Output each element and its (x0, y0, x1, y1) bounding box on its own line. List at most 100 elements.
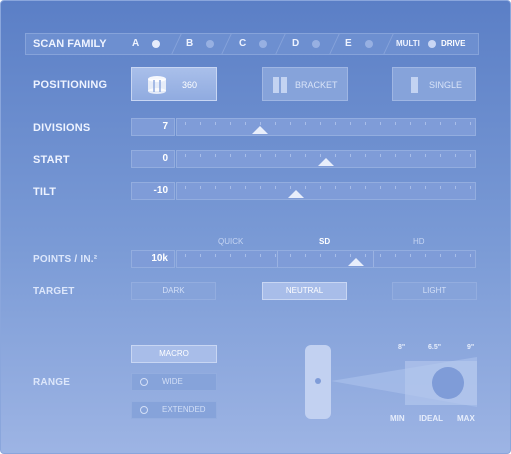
slider-tick (410, 254, 411, 257)
range-macro-button[interactable]: MACRO (131, 345, 217, 363)
points-slider[interactable] (176, 250, 476, 268)
slider-tick (410, 186, 411, 189)
slider-tick (230, 186, 231, 189)
slider-tick (305, 254, 306, 257)
divisions-slider-thumb[interactable] (252, 126, 269, 134)
tilt-label: TILT (33, 186, 57, 198)
tilt-slider[interactable] (176, 182, 476, 200)
slider-tick (320, 186, 321, 189)
slider-tick (425, 154, 426, 157)
multi-drive-toggle[interactable]: MULTI DRIVE (394, 34, 478, 54)
slider-tick (290, 254, 291, 257)
cylinder-360-icon (148, 76, 166, 94)
slider-tick (335, 254, 336, 257)
start-slider[interactable] (176, 150, 476, 168)
slider-tick (455, 186, 456, 189)
range-extended-label: EXTENDED (162, 405, 206, 414)
tab-b-label: B (186, 38, 194, 49)
slider-tick (455, 122, 456, 125)
target-light-button[interactable]: LIGHT (392, 282, 477, 300)
start-value[interactable]: 0 (131, 150, 175, 168)
slider-tick (245, 186, 246, 189)
divisions-value[interactable]: 7 (131, 118, 175, 136)
slider-tick (335, 154, 336, 157)
range-diagram (305, 345, 477, 419)
drive-label: DRIVE (441, 39, 466, 48)
slider-tick (245, 154, 246, 157)
range-max-distance: 9" (467, 344, 475, 351)
slider-tick (455, 154, 456, 157)
range-extended-button[interactable]: EXTENDED (131, 401, 217, 419)
slider-tick (470, 154, 471, 157)
slider-tick (365, 186, 366, 189)
slider-tick (200, 186, 201, 189)
slider-tick (335, 186, 336, 189)
slider-tick (365, 122, 366, 125)
target-dark-button[interactable]: DARK (131, 282, 216, 300)
slider-tick (425, 254, 426, 257)
range-wide-button[interactable]: WIDE (131, 373, 217, 391)
slider-tick (215, 254, 216, 257)
range-label: RANGE (33, 377, 71, 388)
positioning-bracket-button[interactable]: BRACKET (262, 67, 348, 101)
slider-tick (275, 186, 276, 189)
tab-a-indicator-icon (152, 40, 160, 48)
positioning-single-button[interactable]: SINGLE (392, 67, 476, 101)
slider-tick (380, 154, 381, 157)
slider-tick (425, 186, 426, 189)
slider-tick (185, 154, 186, 157)
tab-c-indicator-icon (259, 40, 267, 48)
slider-tick (425, 122, 426, 125)
target-object-icon (432, 367, 464, 399)
positioning-360-button[interactable]: 360 (131, 67, 217, 101)
slider-tick (200, 154, 201, 157)
slider-tick (440, 122, 441, 125)
slider-tick (395, 154, 396, 157)
tab-c-label: C (239, 38, 247, 49)
slider-tick (185, 254, 186, 257)
slider-tick (470, 186, 471, 189)
toggle-knob-icon (428, 40, 436, 48)
slider-tick (245, 254, 246, 257)
radio-icon (140, 378, 148, 386)
tilt-value[interactable]: -10 (131, 182, 175, 200)
slider-tick (230, 122, 231, 125)
tab-e-label: E (345, 38, 352, 49)
slider-tick (290, 154, 291, 157)
tab-b-indicator-icon (206, 40, 214, 48)
slider-tick (350, 154, 351, 157)
slider-tick (380, 122, 381, 125)
slider-tick (215, 122, 216, 125)
slider-tick (395, 186, 396, 189)
slider-tick (305, 186, 306, 189)
points-label: POINTS / IN.² (33, 254, 98, 265)
bracket-icon (273, 77, 287, 93)
points-slider-thumb[interactable] (347, 258, 364, 266)
slider-tick (410, 154, 411, 157)
points-value[interactable]: 10k (131, 250, 175, 268)
slider-tick (290, 186, 291, 189)
quality-sd-label: SD (319, 237, 331, 246)
tab-a-label: A (132, 38, 140, 49)
tilt-slider-thumb[interactable] (288, 190, 305, 198)
target-neutral-button[interactable]: NEUTRAL (262, 282, 347, 300)
slider-tick (230, 154, 231, 157)
divisions-slider[interactable] (176, 118, 476, 136)
slider-tick (275, 154, 276, 157)
slider-tick (290, 122, 291, 125)
quality-divider (277, 251, 278, 267)
range-min-label: MIN (390, 414, 405, 423)
slider-tick (245, 122, 246, 125)
target-label: TARGET (33, 286, 75, 297)
start-slider-thumb[interactable] (318, 158, 334, 166)
slider-tick (260, 186, 261, 189)
slider-tick (215, 154, 216, 157)
slider-tick (230, 254, 231, 257)
scan-family-label: SCAN FAMILY (33, 38, 107, 50)
slider-tick (320, 254, 321, 257)
range-min-distance: 8" (398, 344, 406, 351)
slider-tick (440, 254, 441, 257)
slider-tick (275, 122, 276, 125)
tab-e-indicator-icon (365, 40, 373, 48)
slider-tick (440, 154, 441, 157)
